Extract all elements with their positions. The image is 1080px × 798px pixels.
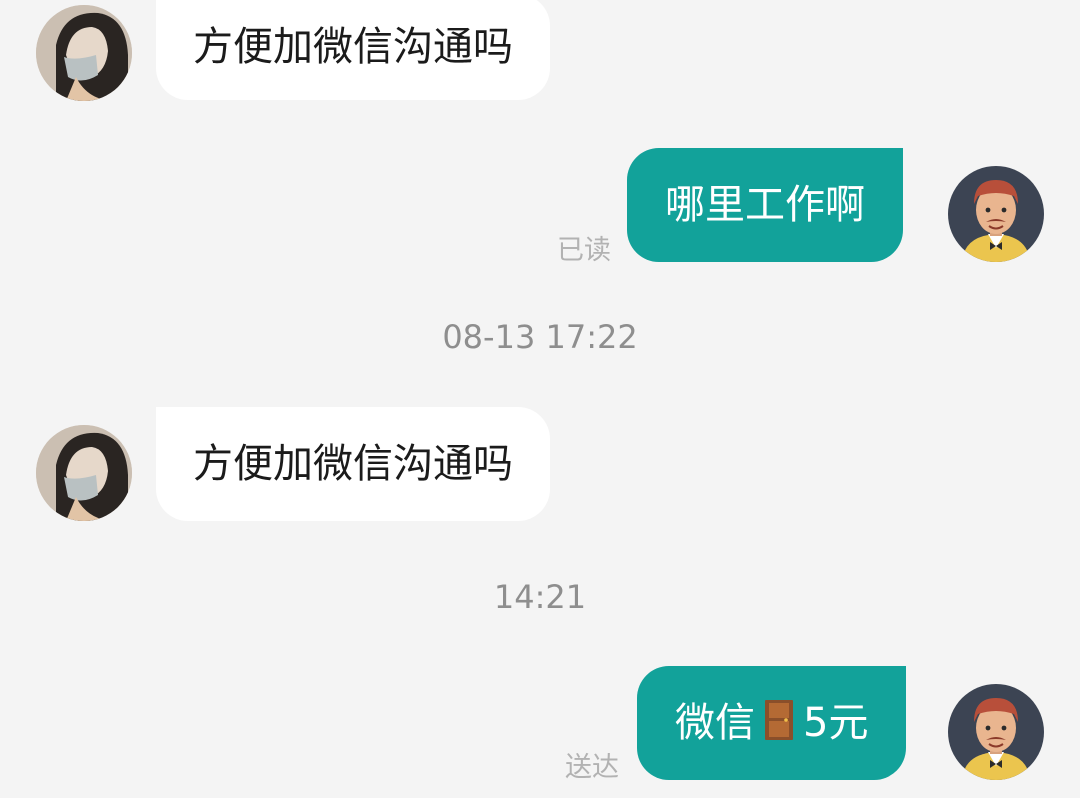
contact-avatar[interactable] [36, 425, 132, 521]
incoming-message-bubble[interactable]: 方便加微信沟通吗 [156, 0, 550, 100]
contact-avatar[interactable] [36, 5, 132, 101]
timestamp: 14:21 [493, 578, 587, 616]
message-text: 方便加微信沟通吗 [193, 441, 513, 487]
message-text: 哪里工作啊 [665, 182, 865, 228]
message-text-after: 5元 [803, 700, 869, 746]
timestamp: 08-13 17:22 [442, 318, 638, 356]
incoming-message-bubble[interactable]: 方便加微信沟通吗 [156, 407, 550, 521]
my-avatar[interactable] [948, 166, 1044, 262]
message-text-before: 微信 [675, 700, 755, 746]
delivered-status: 送达 [565, 752, 619, 783]
read-status: 已读 [557, 235, 611, 266]
outgoing-message-bubble[interactable]: 哪里工作啊 [627, 148, 903, 262]
message-text: 方便加微信沟通吗 [193, 24, 513, 70]
door-icon [764, 699, 794, 748]
outgoing-message-bubble[interactable]: 微信 5元 [637, 666, 907, 780]
my-avatar[interactable] [948, 684, 1044, 780]
